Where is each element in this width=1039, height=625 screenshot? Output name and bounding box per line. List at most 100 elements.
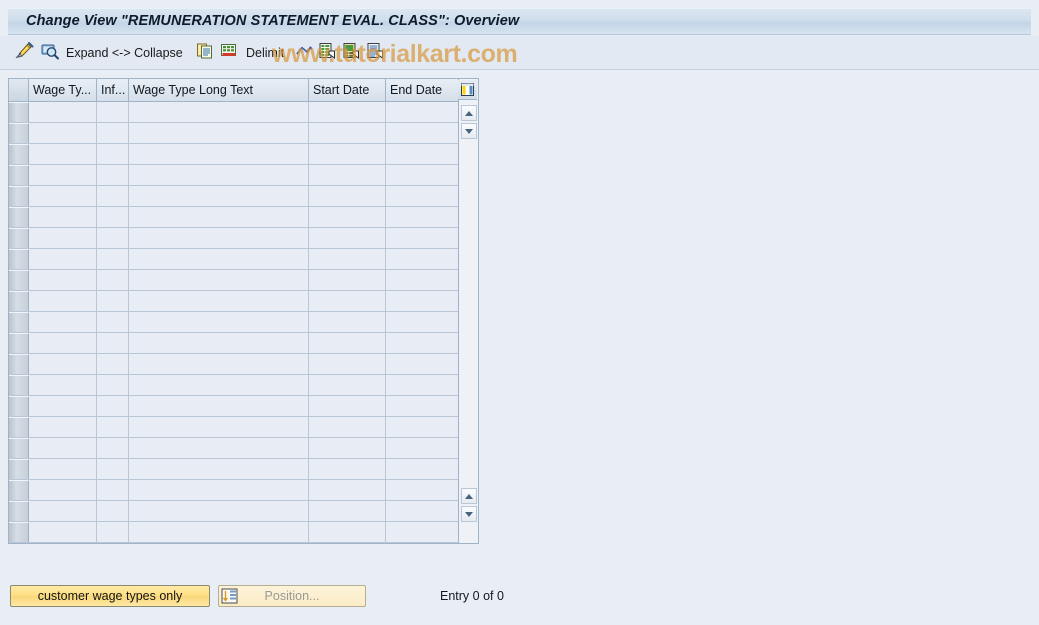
table-cell-info[interactable] <box>97 333 129 353</box>
table-cell-info[interactable] <box>97 123 129 143</box>
delimit-button[interactable]: Delimit <box>246 42 284 64</box>
expand-collapse-button[interactable]: Expand <-> Collapse <box>66 42 183 64</box>
table-cell-start_date[interactable] <box>309 165 386 185</box>
table-cell-long_text[interactable] <box>129 291 309 311</box>
table-cell-start_date[interactable] <box>309 228 386 248</box>
table-cell-long_text[interactable] <box>129 480 309 500</box>
table-row[interactable] <box>9 207 460 228</box>
table-cell-info[interactable] <box>97 228 129 248</box>
table-cell-start_date[interactable] <box>309 459 386 479</box>
table-cell-wage_type[interactable] <box>29 270 97 290</box>
table-row[interactable] <box>9 144 460 165</box>
table-cell-start_date[interactable] <box>309 375 386 395</box>
table-cell-start_date[interactable] <box>309 354 386 374</box>
table-cell-start_date[interactable] <box>309 207 386 227</box>
row-selector-button[interactable] <box>9 270 29 290</box>
table-cell-start_date[interactable] <box>309 144 386 164</box>
row-selector-button[interactable] <box>9 249 29 269</box>
table-cell-end_date[interactable] <box>386 291 460 311</box>
table-cell-wage_type[interactable] <box>29 501 97 521</box>
scroll-up-button-top[interactable] <box>461 105 477 121</box>
column-header-long-text[interactable]: Wage Type Long Text <box>129 79 309 101</box>
table-cell-start_date[interactable] <box>309 186 386 206</box>
table-cell-long_text[interactable] <box>129 228 309 248</box>
row-selector-button[interactable] <box>9 102 29 122</box>
table-cell-end_date[interactable] <box>386 207 460 227</box>
table-cell-end_date[interactable] <box>386 312 460 332</box>
table-cell-long_text[interactable] <box>129 501 309 521</box>
table-cell-end_date[interactable] <box>386 270 460 290</box>
table-cell-end_date[interactable] <box>386 354 460 374</box>
table-cell-start_date[interactable] <box>309 102 386 122</box>
table-cell-end_date[interactable] <box>386 501 460 521</box>
row-selector-button[interactable] <box>9 438 29 458</box>
table-cell-long_text[interactable] <box>129 522 309 542</box>
table-cell-info[interactable] <box>97 522 129 542</box>
table-cell-long_text[interactable] <box>129 102 309 122</box>
table-cell-end_date[interactable] <box>386 417 460 437</box>
table-cell-wage_type[interactable] <box>29 249 97 269</box>
table-cell-end_date[interactable] <box>386 102 460 122</box>
table-cell-wage_type[interactable] <box>29 354 97 374</box>
table-cell-long_text[interactable] <box>129 207 309 227</box>
table-cell-info[interactable] <box>97 144 129 164</box>
table-cell-start_date[interactable] <box>309 270 386 290</box>
scroll-down-button-top[interactable] <box>461 123 477 139</box>
table-cell-info[interactable] <box>97 312 129 332</box>
display-change-button[interactable] <box>14 41 34 64</box>
row-selector-button[interactable] <box>9 354 29 374</box>
undo-button[interactable] <box>294 42 314 64</box>
row-selector-button[interactable] <box>9 228 29 248</box>
table-cell-end_date[interactable] <box>386 165 460 185</box>
table-cell-wage_type[interactable] <box>29 438 97 458</box>
table-cell-start_date[interactable] <box>309 312 386 332</box>
row-selector-button[interactable] <box>9 291 29 311</box>
table-cell-info[interactable] <box>97 417 129 437</box>
table-cell-end_date[interactable] <box>386 396 460 416</box>
table-row[interactable] <box>9 228 460 249</box>
table-row[interactable] <box>9 333 460 354</box>
table-row[interactable] <box>9 396 460 417</box>
table-cell-end_date[interactable] <box>386 144 460 164</box>
table-cell-info[interactable] <box>97 354 129 374</box>
table-cell-end_date[interactable] <box>386 123 460 143</box>
column-header-info[interactable]: Inf... <box>97 79 129 101</box>
table-cell-start_date[interactable] <box>309 333 386 353</box>
table-row[interactable] <box>9 312 460 333</box>
table-cell-info[interactable] <box>97 375 129 395</box>
table-cell-end_date[interactable] <box>386 375 460 395</box>
table-cell-wage_type[interactable] <box>29 480 97 500</box>
copy-as-button[interactable] <box>196 42 214 64</box>
table-cell-long_text[interactable] <box>129 375 309 395</box>
table-cell-long_text[interactable] <box>129 459 309 479</box>
table-cell-info[interactable] <box>97 438 129 458</box>
table-cell-start_date[interactable] <box>309 438 386 458</box>
table-cell-info[interactable] <box>97 165 129 185</box>
row-selector-button[interactable] <box>9 459 29 479</box>
table-cell-long_text[interactable] <box>129 165 309 185</box>
table-row[interactable] <box>9 480 460 501</box>
table-cell-end_date[interactable] <box>386 459 460 479</box>
table-cell-info[interactable] <box>97 480 129 500</box>
table-cell-info[interactable] <box>97 459 129 479</box>
table-row[interactable] <box>9 291 460 312</box>
table-cell-long_text[interactable] <box>129 312 309 332</box>
scroll-down-button-bottom[interactable] <box>461 506 477 522</box>
table-cell-long_text[interactable] <box>129 417 309 437</box>
table-cell-long_text[interactable] <box>129 438 309 458</box>
row-selector-button[interactable] <box>9 123 29 143</box>
row-selector-button[interactable] <box>9 480 29 500</box>
deselect-all-button[interactable] <box>342 42 360 64</box>
table-cell-info[interactable] <box>97 186 129 206</box>
row-selector-button[interactable] <box>9 207 29 227</box>
table-cell-start_date[interactable] <box>309 501 386 521</box>
table-cell-wage_type[interactable] <box>29 459 97 479</box>
table-row[interactable] <box>9 522 460 543</box>
table-cell-end_date[interactable] <box>386 438 460 458</box>
table-cell-start_date[interactable] <box>309 522 386 542</box>
row-selector-button[interactable] <box>9 375 29 395</box>
table-cell-end_date[interactable] <box>386 333 460 353</box>
column-header-wage-type[interactable]: Wage Ty... <box>29 79 97 101</box>
table-cell-info[interactable] <box>97 270 129 290</box>
table-cell-end_date[interactable] <box>386 186 460 206</box>
